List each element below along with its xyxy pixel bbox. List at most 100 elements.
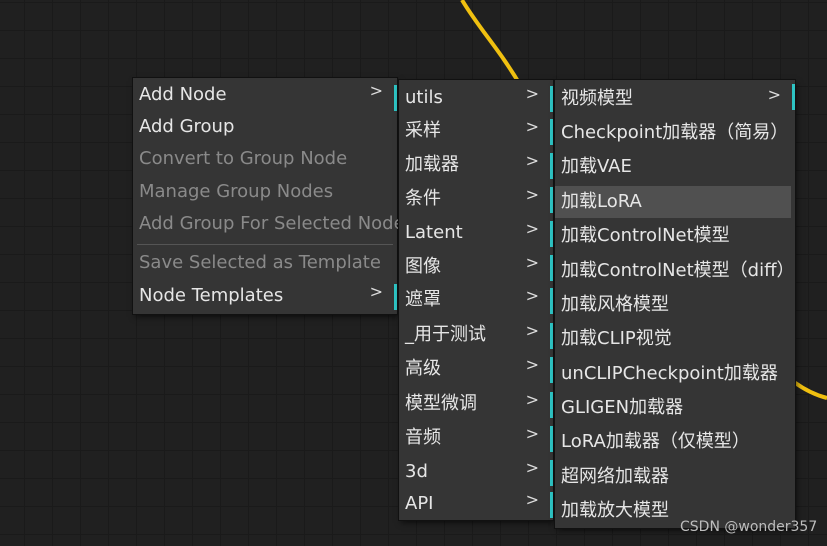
menu-item-label: 条件 xyxy=(405,188,441,209)
context-menu: Add Node > Add Group Convert to Group No… xyxy=(133,78,414,314)
loader-item-load-controlnet-diff[interactable]: 加载ControlNet模型（diff） xyxy=(555,255,795,287)
menu-item-label: Save Selected as Template xyxy=(139,252,381,273)
menu-item-label: API xyxy=(405,493,434,514)
submenu-indicator xyxy=(550,221,553,247)
menu-item-label: _用于测试 xyxy=(405,324,486,345)
loader-item-load-lora[interactable]: 加载LoRA xyxy=(555,186,791,218)
submenu-indicator xyxy=(550,357,553,383)
submenu-indicator xyxy=(550,86,553,112)
menu-item-label: 采样 xyxy=(405,120,441,141)
watermark: CSDN @wonder357 xyxy=(680,519,818,535)
chevron-right-icon: > xyxy=(525,185,539,204)
chevron-right-icon: > xyxy=(369,282,383,301)
category-item-mask[interactable]: 遮罩 > xyxy=(399,284,553,316)
menu-item-label: 加载VAE xyxy=(561,156,632,177)
category-item-sampling[interactable]: 采样 > xyxy=(399,115,553,147)
chevron-right-icon: > xyxy=(525,117,539,136)
loader-item-load-style-model[interactable]: 加载风格模型 xyxy=(555,289,795,321)
submenu-indicator xyxy=(550,153,553,179)
menu-item-label: 遮罩 xyxy=(405,289,441,310)
menu-item-label: Convert to Group Node xyxy=(139,148,348,169)
menu-item-add-group[interactable]: Add Group xyxy=(133,111,397,143)
loader-item-unclip-checkpoint[interactable]: unCLIPCheckpoint加载器 xyxy=(555,358,795,390)
wire-right xyxy=(792,380,827,400)
chevron-right-icon: > xyxy=(525,219,539,238)
category-item-advanced[interactable]: 高级 > xyxy=(399,353,553,385)
chevron-right-icon: > xyxy=(525,355,539,374)
category-item-utils[interactable]: utils > xyxy=(399,82,553,114)
chevron-right-icon: > xyxy=(525,253,539,272)
category-item-loaders[interactable]: 加载器 > xyxy=(399,149,553,181)
menu-item-label: 视频模型 xyxy=(561,88,633,109)
menu-item-save-selected-as-template: Save Selected as Template xyxy=(133,247,397,279)
submenu-indicator xyxy=(550,426,553,452)
loader-item-checkpoint-simple[interactable]: Checkpoint加载器（简易） xyxy=(555,117,795,149)
menu-item-label: Add Group xyxy=(139,116,235,137)
category-item-api[interactable]: API > xyxy=(399,488,553,520)
menu-item-label: 超网络加载器 xyxy=(561,466,669,487)
menu-item-label: 加载器 xyxy=(405,154,459,175)
submenu-indicator xyxy=(394,85,397,111)
menu-item-label: 加载风格模型 xyxy=(561,294,669,315)
menu-item-add-node[interactable]: Add Node > xyxy=(133,79,397,111)
menu-item-label: Add Node xyxy=(139,84,227,105)
menu-item-label: 高级 xyxy=(405,358,441,379)
menu-item-label: unCLIPCheckpoint加载器 xyxy=(561,363,778,384)
menu-item-label: 加载放大模型 xyxy=(561,500,669,521)
wire-top xyxy=(460,0,524,90)
menu-item-label: Checkpoint加载器（简易） xyxy=(561,122,789,143)
menu-item-label: Latent xyxy=(405,222,463,243)
menu-item-label: 图像 xyxy=(405,256,441,277)
menu-item-label: Manage Group Nodes xyxy=(139,181,334,202)
chevron-right-icon: > xyxy=(525,286,539,305)
category-item-audio[interactable]: 音频 > xyxy=(399,422,553,454)
submenu-indicator xyxy=(550,288,553,314)
loader-item-hypernetwork-loader[interactable]: 超网络加载器 xyxy=(555,461,795,493)
menu-item-label: 加载LoRA xyxy=(561,191,642,212)
menu-item-node-templates[interactable]: Node Templates > xyxy=(133,280,397,312)
loader-item-gligen-loader[interactable]: GLIGEN加载器 xyxy=(555,392,795,424)
chevron-right-icon: > xyxy=(525,458,539,477)
menu-item-label: 加载ControlNet模型 xyxy=(561,225,730,246)
category-item-testing[interactable]: _用于测试 > xyxy=(399,319,553,351)
menu-item-label: 3d xyxy=(405,461,428,482)
category-submenu: utils > 采样 > 加载器 > 条件 > Latent > 图像 > 遮罩 > _用于测… xyxy=(399,80,553,520)
submenu-indicator xyxy=(550,187,553,213)
menu-item-label: 加载ControlNet模型（diff） xyxy=(561,260,795,281)
menu-separator xyxy=(137,244,393,245)
chevron-right-icon: > xyxy=(369,81,383,100)
loader-item-load-controlnet[interactable]: 加载ControlNet模型 xyxy=(555,220,795,252)
category-item-conditioning[interactable]: 条件 > xyxy=(399,183,553,215)
submenu-indicator xyxy=(550,323,553,349)
menu-item-label: Node Templates xyxy=(139,285,284,306)
submenu-indicator xyxy=(550,119,553,145)
menu-item-label: GLIGEN加载器 xyxy=(561,397,684,418)
chevron-right-icon: > xyxy=(525,424,539,443)
loader-item-load-vae[interactable]: 加载VAE xyxy=(555,151,795,183)
loader-item-load-clip-vision[interactable]: 加载CLIP视觉 xyxy=(555,323,795,355)
menu-item-label: 加载CLIP视觉 xyxy=(561,328,672,349)
menu-item-label: Add Group For Selected Nodes xyxy=(139,213,415,234)
menu-item-label: 模型微调 xyxy=(405,393,477,414)
submenu-indicator xyxy=(550,255,553,281)
menu-item-add-group-for-selected-nodes: Add Group For Selected Nodes xyxy=(133,208,414,240)
submenu-indicator xyxy=(550,460,553,486)
submenu-indicator xyxy=(394,284,397,310)
menu-item-label: LoRA加载器（仅模型） xyxy=(561,431,750,452)
menu-item-manage-group-nodes: Manage Group Nodes xyxy=(133,176,397,208)
loader-item-video-model[interactable]: 视频模型 > xyxy=(555,83,795,115)
chevron-right-icon: > xyxy=(767,85,781,104)
chevron-right-icon: > xyxy=(525,390,539,409)
category-item-model-tuning[interactable]: 模型微调 > xyxy=(399,388,553,420)
menu-item-label: 音频 xyxy=(405,427,441,448)
chevron-right-icon: > xyxy=(525,84,539,103)
submenu-indicator xyxy=(550,492,553,518)
loader-submenu: 视频模型 > Checkpoint加载器（简易） 加载VAE 加载LoRA 加载C… xyxy=(555,80,795,528)
submenu-indicator xyxy=(792,84,795,110)
submenu-indicator xyxy=(550,392,553,418)
category-item-image[interactable]: 图像 > xyxy=(399,251,553,283)
chevron-right-icon: > xyxy=(525,151,539,170)
menu-item-label: utils xyxy=(405,87,443,108)
loader-item-lora-model-only[interactable]: LoRA加载器（仅模型） xyxy=(555,426,795,458)
category-item-latent[interactable]: Latent > xyxy=(399,217,553,249)
